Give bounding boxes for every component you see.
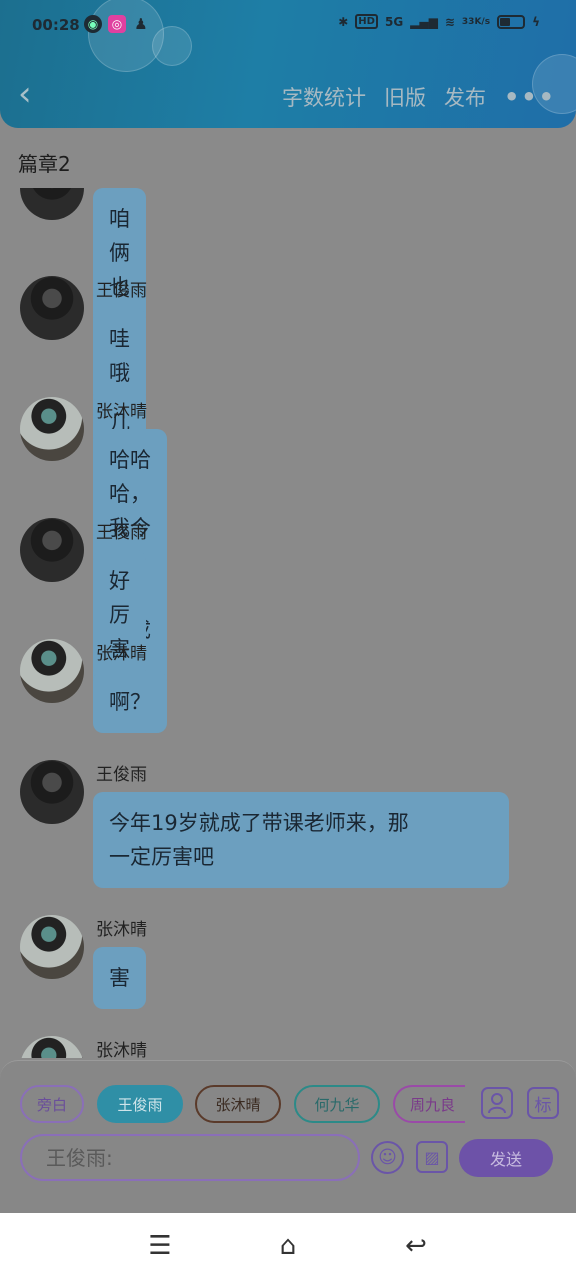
avatar[interactable] xyxy=(20,639,84,703)
chapter-title: 篇章2 xyxy=(18,152,71,176)
avatar[interactable] xyxy=(20,397,84,461)
role-chip-narration[interactable]: 旁白 xyxy=(20,1085,84,1123)
hd-badge: HD xyxy=(355,14,378,29)
sender-name: 张沐晴 xyxy=(96,402,147,422)
qq-icon: ♟ xyxy=(134,15,148,33)
person-glyph xyxy=(488,1093,506,1114)
bluetooth-icon: ✱ xyxy=(338,14,349,29)
avatar[interactable] xyxy=(20,1036,84,1058)
message-bubble[interactable]: 今年19岁就成了带课老师来，那 一定厉害吧 xyxy=(93,792,509,888)
role-chip[interactable]: 周九良 xyxy=(393,1085,465,1123)
avatar[interactable] xyxy=(20,760,84,824)
message-input[interactable] xyxy=(20,1134,360,1181)
message-bubble[interactable]: 哇哦 xyxy=(93,308,146,404)
home-icon[interactable]: ⌂ xyxy=(270,1229,306,1263)
status-right: ✱ HD 5G ▂▄▆ ≋ 33K/s ϟ xyxy=(338,14,540,29)
avatar[interactable] xyxy=(20,188,84,220)
back-button[interactable]: ‹ xyxy=(18,76,48,116)
app-header: 00:28 ◉ ◎ ♟ ✱ HD 5G ▂▄▆ ≋ 33K/s ϟ ‹ 字数统计… xyxy=(0,0,576,128)
old-version-button[interactable]: 旧版 xyxy=(384,82,426,112)
status-time: 00:28 xyxy=(32,16,80,34)
charging-icon: ϟ xyxy=(532,14,540,29)
avatar[interactable] xyxy=(20,276,84,340)
word-count-button[interactable]: 字数统计 xyxy=(282,82,366,112)
status-bar: 00:28 ◉ ◎ ♟ ✱ HD 5G ▂▄▆ ≋ 33K/s ϟ xyxy=(0,0,576,52)
speed-readout: 33K/s xyxy=(461,16,491,27)
emoji-icon[interactable]: ☺ xyxy=(371,1141,404,1174)
person-icon[interactable] xyxy=(481,1087,513,1119)
sender-name: 王俊雨 xyxy=(96,281,147,301)
avatar[interactable] xyxy=(20,915,84,979)
composer-panel: 旁白 王俊雨 张沐晴 何九华 周九良 标 ☺ ▨ 发送 xyxy=(0,1060,576,1213)
menu-icon[interactable]: ☰ xyxy=(142,1229,178,1263)
publish-button[interactable]: 发布 xyxy=(444,82,486,112)
message-bubble[interactable]: 害 xyxy=(93,947,146,1009)
image-icon[interactable]: ▨ xyxy=(416,1141,448,1173)
sender-name: 张沐晴 xyxy=(96,644,147,664)
send-button[interactable]: 发送 xyxy=(459,1139,553,1177)
sender-name: 王俊雨 xyxy=(96,765,147,785)
role-chip-selected[interactable]: 王俊雨 xyxy=(97,1085,183,1123)
role-chip[interactable]: 何九华 xyxy=(294,1085,380,1123)
wifi-icon: ≋ xyxy=(444,14,455,29)
message-bubble[interactable]: 啊？ xyxy=(93,671,167,733)
sender-name: 张沐晴 xyxy=(96,1041,147,1058)
battery-icon xyxy=(497,14,526,29)
header-actions: 字数统计 旧版 发布 ••• xyxy=(282,82,556,112)
avatar[interactable] xyxy=(20,518,84,582)
more-icon[interactable]: ••• xyxy=(504,83,556,111)
signal-icon: ▂▄▆ xyxy=(410,14,438,29)
network-badge: 5G xyxy=(384,14,404,29)
chat-list: 咱俩也差不了几岁 王俊雨 哇哦 张沐晴 哈哈哈，我今年19刚成年 王俊雨 好厉害… xyxy=(0,188,576,1058)
back-nav-icon[interactable]: ↩ xyxy=(398,1229,434,1263)
role-chip[interactable]: 张沐晴 xyxy=(195,1085,281,1123)
sender-name: 张沐晴 xyxy=(96,920,147,940)
browser-icon: ◉ xyxy=(84,15,102,33)
chevron-left-icon: ‹ xyxy=(18,74,32,114)
sender-name: 王俊雨 xyxy=(96,523,147,543)
camera-app-icon: ◎ xyxy=(108,15,126,33)
tag-button[interactable]: 标 xyxy=(527,1087,559,1119)
system-nav-bar: ☰ ⌂ ↩ xyxy=(0,1213,576,1280)
